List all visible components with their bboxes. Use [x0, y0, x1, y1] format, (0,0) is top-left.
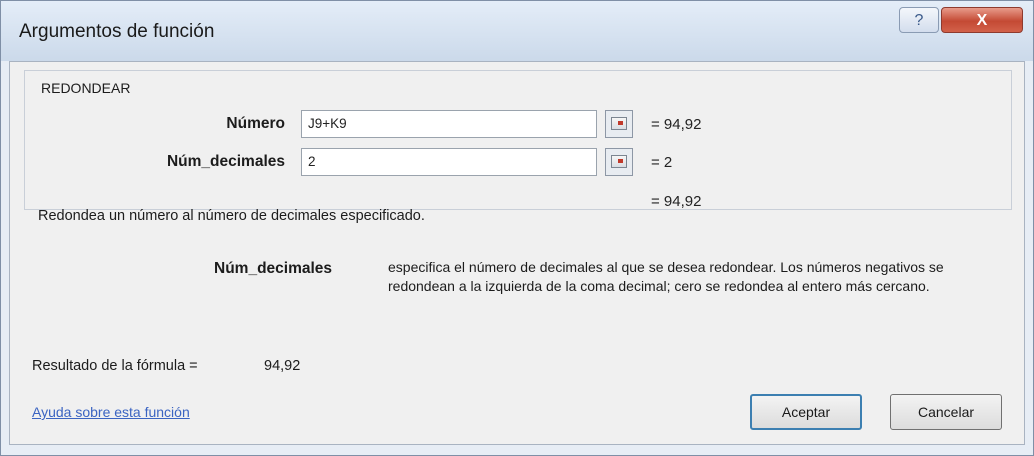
range-select-icon — [611, 155, 627, 168]
help-link[interactable]: Ayuda sobre esta función — [32, 404, 190, 420]
close-button[interactable]: X — [941, 7, 1023, 33]
formula-result-label: Resultado de la fórmula = — [32, 358, 198, 374]
arg-help-label: Núm_decimales — [214, 260, 333, 277]
dialog-body: REDONDEAR Número J9+K9 = 94,92 Núm_decim… — [9, 61, 1025, 445]
accept-button[interactable]: Aceptar — [750, 394, 862, 430]
function-arguments-dialog: Argumentos de función ? X REDONDEAR Núme… — [0, 0, 1034, 456]
arg-help-text: especifica el número de decimales al que… — [388, 259, 944, 294]
dialog-title: Argumentos de función — [19, 21, 215, 42]
num-decimales-collapse-button[interactable] — [605, 148, 633, 176]
title-bar: Argumentos de función ? X — [1, 1, 1033, 61]
numero-input[interactable]: J9+K9 — [301, 110, 597, 138]
cancel-button[interactable]: Cancelar — [890, 394, 1002, 430]
numero-result: = 94,92 — [651, 116, 702, 133]
num-decimales-input[interactable]: 2 — [301, 148, 597, 176]
function-name: REDONDEAR — [41, 80, 131, 96]
formula-result-value: 94,92 — [264, 358, 301, 374]
function-result: = 94,92 — [651, 193, 702, 210]
numero-collapse-button[interactable] — [605, 110, 633, 138]
help-button[interactable]: ? — [899, 7, 939, 33]
arg-label-num-decimales: Núm_decimales — [166, 153, 285, 170]
range-select-icon — [611, 117, 627, 130]
num-decimales-result: = 2 — [651, 154, 673, 171]
arg-label-numero: Número — [226, 115, 285, 132]
function-description: Redondea un número al número de decimale… — [38, 208, 425, 224]
function-args-group: REDONDEAR Número J9+K9 = 94,92 Núm_decim… — [24, 70, 1012, 210]
